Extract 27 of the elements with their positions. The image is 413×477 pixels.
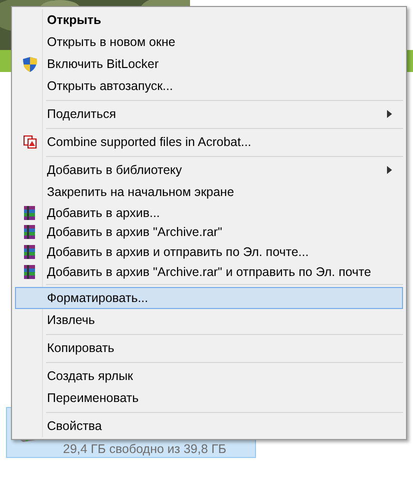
menu-item[interactable]: Добавить в архив и отправить по Эл. почте... bbox=[15, 242, 403, 262]
menu-item[interactable]: Создать ярлык bbox=[15, 365, 403, 388]
free-space-text: 29,4 ГБ свободно из 39,8 ГБ bbox=[63, 442, 226, 456]
pdf-files-icon bbox=[23, 135, 37, 149]
menu-item[interactable]: Добавить в архив... bbox=[15, 203, 403, 223]
menu-item[interactable]: Добавить в архив "Archive.rar" и отправить по Эл. почте bbox=[15, 262, 403, 282]
menu-item[interactable]: Свойства bbox=[15, 415, 403, 438]
menu-item[interactable]: Включить BitLocker bbox=[15, 53, 403, 75]
menu-item[interactable]: Добавить в архив "Archive.rar" bbox=[15, 222, 403, 242]
menu-item[interactable]: Открыть bbox=[15, 9, 403, 31]
menu-item[interactable]: Форматировать... bbox=[15, 287, 403, 310]
books-stack-icon bbox=[23, 264, 37, 279]
menu-item[interactable]: Combine supported files in Acrobat... bbox=[15, 131, 403, 153]
menu-item[interactable]: Закрепить на начальном экране bbox=[15, 181, 403, 203]
submenu-arrow-icon bbox=[387, 110, 392, 118]
menu-item[interactable]: Копировать bbox=[15, 337, 403, 360]
menu-item[interactable]: Извлечь bbox=[15, 309, 403, 332]
books-stack-icon bbox=[23, 206, 37, 220]
menu-item[interactable]: Переименовать bbox=[15, 387, 403, 410]
shield-icon bbox=[22, 56, 38, 72]
books-stack-icon bbox=[23, 244, 37, 259]
books-stack-icon bbox=[23, 225, 37, 240]
menu-item[interactable]: Открыть автозапуск... bbox=[15, 75, 403, 97]
submenu-arrow-icon bbox=[387, 166, 392, 174]
menu-item[interactable]: Открыть в новом окне bbox=[15, 31, 403, 53]
menu-item[interactable]: Добавить в библиотеку bbox=[15, 159, 403, 181]
menu-item[interactable]: Поделиться bbox=[15, 103, 403, 125]
